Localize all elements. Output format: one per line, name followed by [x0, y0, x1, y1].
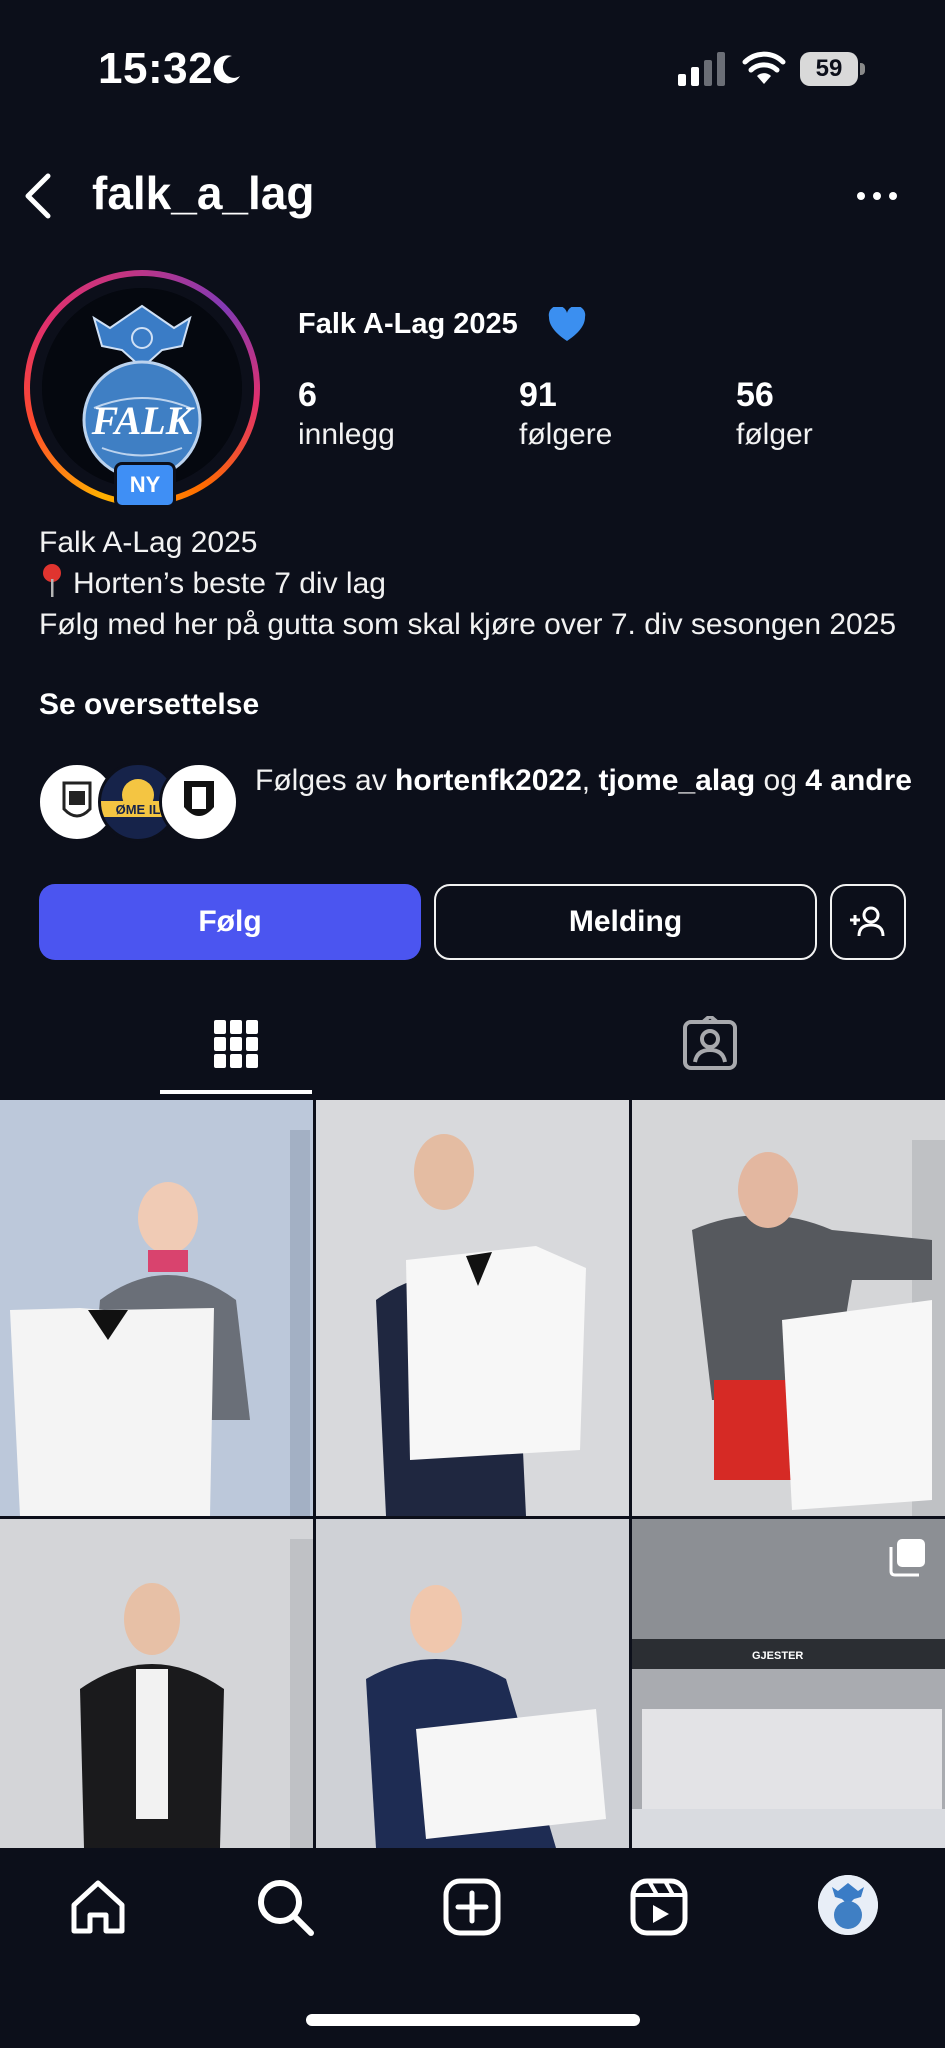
cellular-signal-icon	[678, 52, 725, 86]
follower-avatar-3[interactable]	[159, 762, 239, 842]
search-icon[interactable]	[253, 1875, 317, 1939]
followed-by-user-2[interactable]: tjome_alag	[598, 764, 755, 797]
post-thumbnail-4[interactable]	[0, 1519, 313, 1848]
followed-by-and: og	[755, 764, 806, 797]
svg-text:GJESTER: GJESTER	[752, 1650, 803, 1662]
profile-username: falk_a_lag	[92, 167, 315, 219]
status-time: 15:32	[98, 44, 214, 93]
battery-indicator: 59	[800, 52, 866, 86]
posts-count: 6	[298, 376, 317, 414]
wifi-icon	[742, 51, 786, 84]
message-button[interactable]: Melding	[434, 884, 817, 960]
bio-line-1: Falk A-Lag 2025	[39, 526, 258, 559]
tab-tagged[interactable]	[630, 1000, 790, 1096]
tagged-person-icon	[683, 1016, 737, 1070]
post-thumbnail-2[interactable]	[316, 1100, 629, 1516]
profile-tab-avatar[interactable]	[818, 1875, 878, 1935]
suggest-people-button[interactable]	[830, 884, 906, 960]
bio-location-text: Horten’s beste 7 div lag	[73, 567, 386, 600]
add-person-icon	[850, 906, 885, 937]
followed-by-prefix: Følges av	[255, 764, 396, 797]
post-thumbnail-1[interactable]	[0, 1100, 313, 1516]
following-count[interactable]: 56	[736, 376, 774, 415]
carousel-icon	[889, 1539, 925, 1577]
create-post-icon[interactable]	[440, 1875, 504, 1939]
bio-line-3: Følg med her på gutta som skal kjøre ove…	[39, 608, 897, 641]
pin-emoji	[43, 564, 61, 597]
post-thumbnail-6[interactable]: GJESTER	[632, 1519, 945, 1848]
more-options-icon[interactable]	[852, 176, 902, 216]
following-label[interactable]: følger	[736, 418, 813, 452]
blue-heart-emoji	[548, 307, 586, 341]
post-thumbnail-5[interactable]	[316, 1519, 629, 1848]
grid-icon	[214, 1020, 258, 1068]
tab-posts-grid[interactable]	[160, 1000, 312, 1096]
moon-icon	[213, 55, 240, 84]
followed-by-text[interactable]: Følges av hortenfk2022, tjome_alag og 4 …	[255, 760, 915, 801]
home-icon[interactable]	[66, 1875, 130, 1939]
post-thumbnail-3[interactable]	[632, 1100, 945, 1516]
follow-button[interactable]: Følg	[39, 884, 421, 960]
followed-by-user-1[interactable]: hortenfk2022	[395, 764, 582, 797]
followed-by-separator: ,	[581, 764, 599, 797]
reels-icon[interactable]	[627, 1875, 691, 1939]
followed-by-others[interactable]: 4 andre	[805, 764, 912, 797]
svg-text:ØME IL: ØME IL	[116, 802, 161, 817]
bio-line-2: Horten’s beste 7 div lag	[39, 563, 386, 604]
svg-text:FALK: FALK	[91, 398, 195, 443]
active-tab-indicator	[160, 1090, 312, 1094]
followers-count[interactable]: 91	[519, 376, 557, 415]
falk-logo: FALK	[42, 288, 242, 488]
display-name: Falk A-Lag 2025	[298, 308, 518, 340]
see-translation-link[interactable]: Se oversettelse	[39, 688, 259, 722]
battery-level: 59	[815, 55, 843, 82]
new-badge: NY	[114, 462, 176, 508]
profile-avatar[interactable]: FALK	[42, 288, 242, 488]
home-indicator	[306, 2014, 640, 2026]
back-chevron-icon[interactable]	[18, 168, 58, 224]
posts-label: innlegg	[298, 418, 395, 451]
followers-label[interactable]: følgere	[519, 418, 612, 452]
